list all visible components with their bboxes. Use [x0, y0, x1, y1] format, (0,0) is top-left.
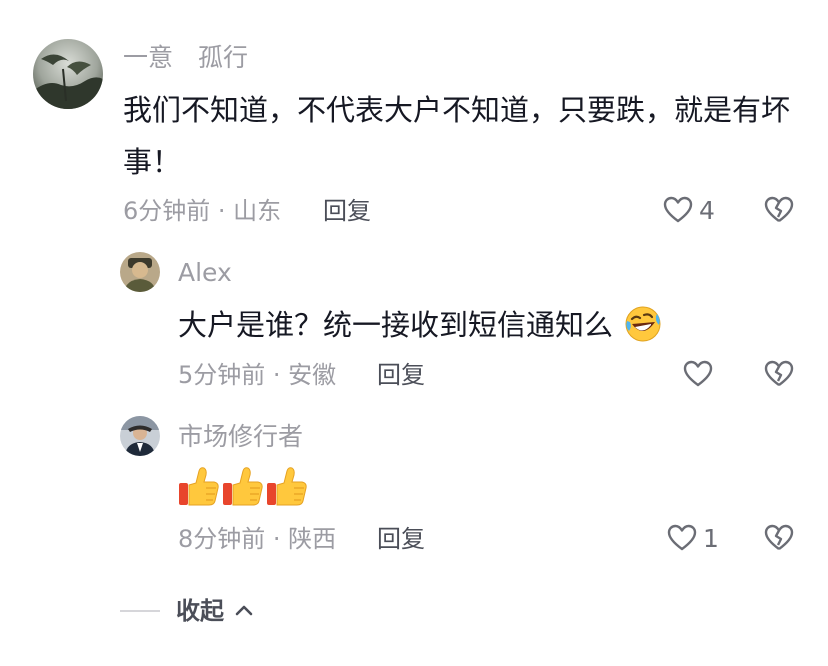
reply-author[interactable]: 市场修行者 [178, 422, 303, 452]
thumbs-up-emoji-row [176, 464, 316, 508]
collapse-label: 收起 [176, 597, 224, 625]
reply-meta: 8分钟前 · 陕西 [178, 525, 337, 553]
rolling-laughing-emoji-icon [624, 305, 662, 343]
heart-outline-icon[interactable] [662, 194, 694, 226]
like-count: 4 [699, 196, 715, 225]
collapse-divider [120, 610, 160, 612]
comment-meta: 6分钟前 · 山东 [123, 197, 282, 225]
reply-text: 大户是谁？统一接收到短信通知么 [178, 299, 662, 351]
comment-text: 我们不知道，不代表大户不知道，只要跌，就是有坏事！ [123, 93, 791, 179]
comment-author[interactable]: 一意 孤行 [123, 43, 248, 73]
reply-meta: 5分钟前 · 安徽 [178, 361, 337, 389]
broken-heart-icon[interactable] [763, 522, 795, 554]
heart-outline-icon[interactable] [682, 358, 714, 390]
avatar[interactable] [33, 39, 103, 109]
collapse-button[interactable]: 收起 [176, 596, 254, 626]
avatar[interactable] [120, 252, 160, 292]
reply-button[interactable]: 回复 [377, 524, 425, 554]
avatar[interactable] [120, 416, 160, 456]
reply-author[interactable]: Alex [178, 258, 232, 288]
like-count: 1 [703, 524, 719, 553]
reply-text-content: 大户是谁？统一接收到短信通知么 [178, 308, 614, 342]
broken-heart-icon[interactable] [763, 194, 795, 226]
chevron-up-icon [234, 603, 254, 617]
reply-button[interactable]: 回复 [377, 360, 425, 390]
reply-button[interactable]: 回复 [323, 196, 371, 226]
broken-heart-icon[interactable] [763, 358, 795, 390]
heart-outline-icon[interactable] [666, 522, 698, 554]
